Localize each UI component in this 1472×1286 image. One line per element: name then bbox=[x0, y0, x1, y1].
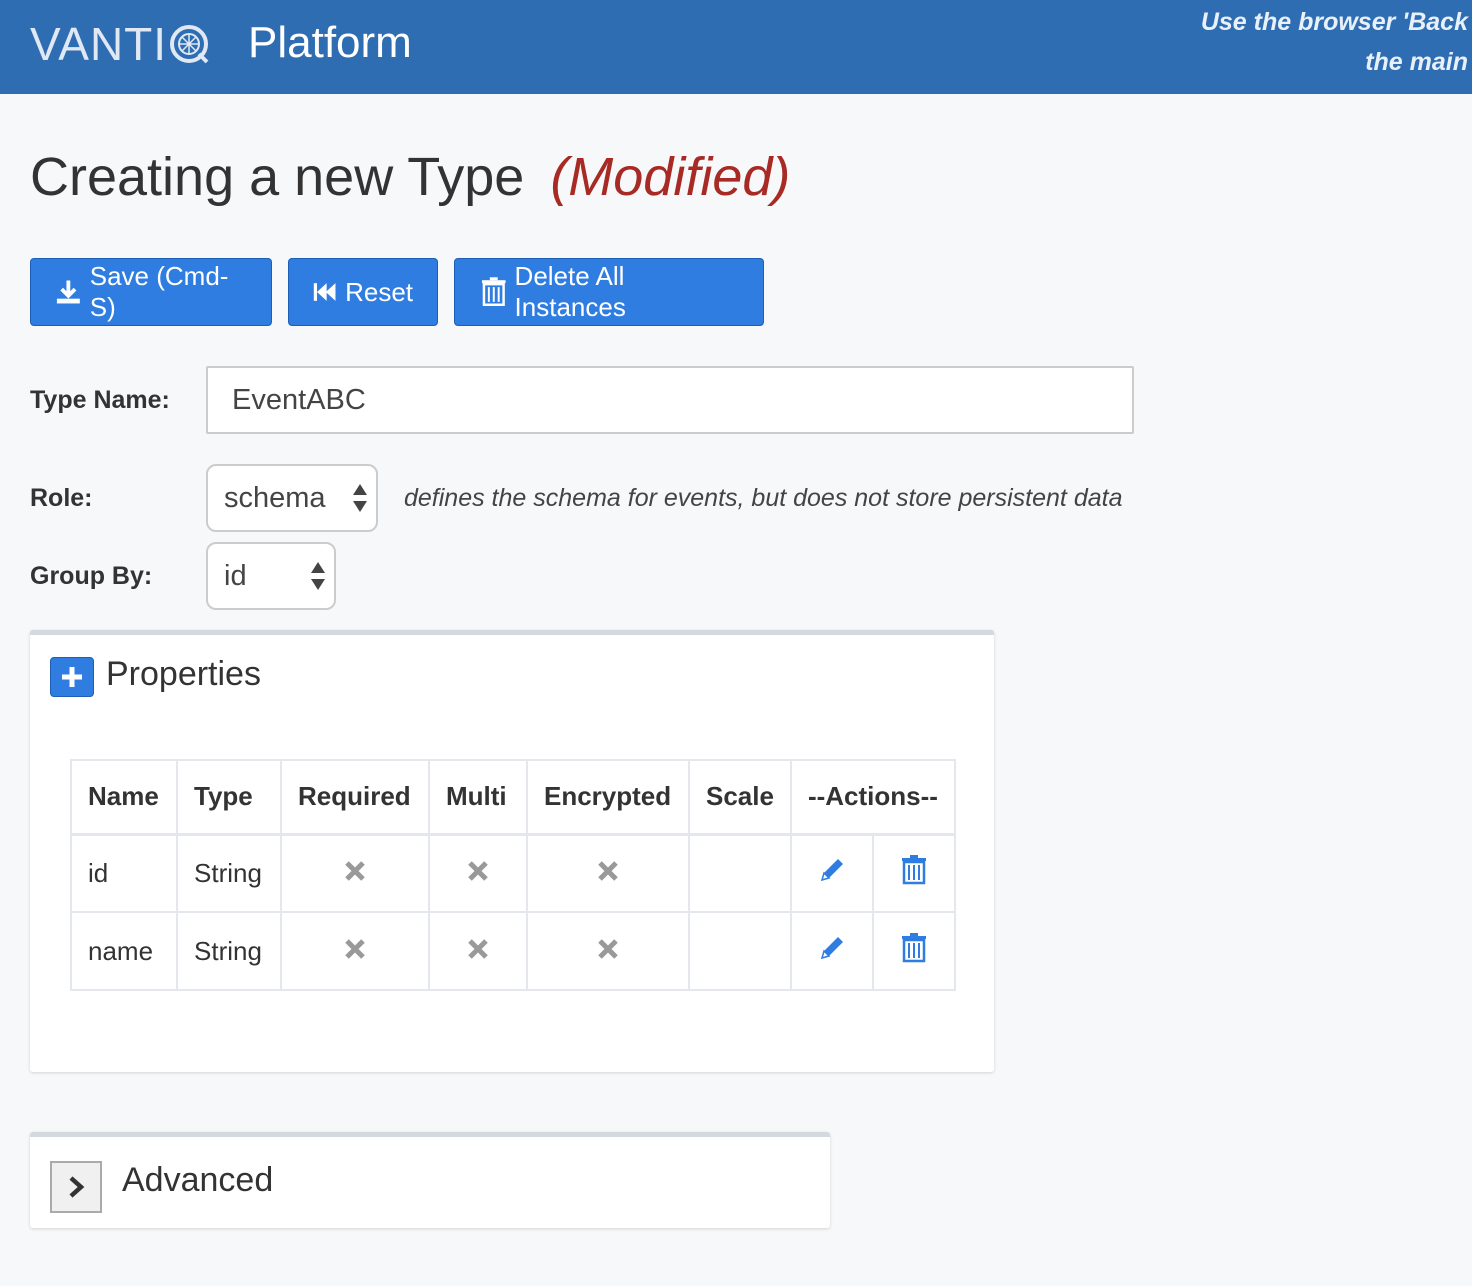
download-icon bbox=[56, 280, 80, 304]
save-button-label: Save (Cmd-S) bbox=[89, 261, 229, 322]
add-property-button[interactable] bbox=[50, 657, 94, 697]
page-title-text: Creating a new Type bbox=[30, 147, 525, 207]
group-by-select-value: id bbox=[224, 560, 247, 592]
property-type: String bbox=[176, 911, 282, 991]
fast-backward-icon bbox=[313, 283, 336, 301]
top-navbar: VANTI Platform Use the browser 'Back the… bbox=[0, 0, 1472, 94]
pencil-icon bbox=[820, 936, 843, 959]
edit-property-button[interactable] bbox=[789, 833, 874, 913]
vantiq-logo[interactable]: VANTI bbox=[30, 18, 209, 70]
type-name-input[interactable]: EventABC bbox=[206, 366, 1134, 434]
properties-panel: Properties Name Type Required Multi Encr… bbox=[30, 630, 994, 1072]
properties-table: Name Type Required Multi Encrypted Scale… bbox=[70, 759, 956, 991]
multi-cell bbox=[428, 911, 528, 991]
column-header-actions: --Actions-- bbox=[789, 759, 956, 835]
x-icon bbox=[598, 860, 618, 881]
property-name: id bbox=[70, 833, 178, 913]
expand-advanced-button[interactable] bbox=[50, 1161, 102, 1213]
column-header-scale[interactable]: Scale bbox=[688, 759, 792, 835]
delete-button-label: Delete All Instances bbox=[514, 261, 626, 322]
required-cell bbox=[280, 833, 430, 913]
column-header-multi[interactable]: Multi bbox=[428, 759, 528, 835]
role-description: defines the schema for events, but does … bbox=[404, 484, 1123, 512]
product-name: Platform bbox=[248, 18, 412, 67]
trash-icon bbox=[481, 277, 506, 307]
pencil-icon bbox=[820, 858, 843, 881]
scale-cell bbox=[688, 911, 792, 991]
column-header-required[interactable]: Required bbox=[280, 759, 430, 835]
required-cell bbox=[280, 911, 430, 991]
table-header-row: Name Type Required Multi Encrypted Scale… bbox=[70, 759, 956, 835]
role-select[interactable]: schema bbox=[206, 464, 378, 532]
x-icon bbox=[345, 860, 365, 881]
column-header-name[interactable]: Name bbox=[70, 759, 178, 835]
select-arrows-icon bbox=[353, 484, 367, 512]
delete-property-button[interactable] bbox=[871, 833, 956, 913]
properties-title: Properties bbox=[106, 655, 261, 693]
reset-button-label: Reset bbox=[345, 276, 413, 307]
x-icon bbox=[598, 938, 618, 959]
type-name-label: Type Name: bbox=[30, 386, 170, 414]
group-by-select[interactable]: id bbox=[206, 542, 336, 610]
role-label: Role: bbox=[30, 484, 93, 512]
advanced-title: Advanced bbox=[122, 1161, 274, 1199]
trash-icon bbox=[901, 932, 926, 962]
column-header-encrypted[interactable]: Encrypted bbox=[526, 759, 690, 835]
role-select-value: schema bbox=[224, 482, 326, 514]
group-by-label: Group By: bbox=[30, 562, 153, 590]
hint-line-1: Use the browser 'Back bbox=[1200, 8, 1468, 36]
modified-flag: (Modified) bbox=[550, 147, 791, 207]
back-hint: Use the browser 'Back the main bbox=[1201, 2, 1468, 82]
multi-cell bbox=[428, 833, 528, 913]
edit-property-button[interactable] bbox=[789, 911, 874, 991]
reset-button[interactable]: Reset bbox=[288, 258, 438, 326]
table-row: id String bbox=[70, 833, 956, 913]
column-header-type[interactable]: Type bbox=[176, 759, 282, 835]
logo-text: VANTI bbox=[30, 18, 168, 70]
x-icon bbox=[468, 860, 488, 881]
delete-all-instances-button[interactable]: Delete All Instances bbox=[454, 258, 764, 326]
encrypted-cell bbox=[526, 911, 690, 991]
scale-cell bbox=[688, 833, 792, 913]
trash-icon bbox=[901, 854, 926, 884]
advanced-panel: Advanced bbox=[30, 1132, 830, 1228]
x-icon bbox=[345, 938, 365, 959]
select-arrows-icon bbox=[311, 562, 325, 590]
hint-line-2: the main bbox=[1365, 48, 1468, 76]
delete-property-button[interactable] bbox=[871, 911, 956, 991]
chevron-right-icon bbox=[69, 1176, 85, 1198]
page-title: Creating a new Type (Modified) bbox=[30, 146, 790, 208]
save-button[interactable]: Save (Cmd-S) bbox=[30, 258, 272, 326]
property-name: name bbox=[70, 911, 178, 991]
plus-icon bbox=[62, 667, 82, 687]
x-icon bbox=[468, 938, 488, 959]
table-row: name String bbox=[70, 911, 956, 991]
encrypted-cell bbox=[526, 833, 690, 913]
property-type: String bbox=[176, 833, 282, 913]
globe-icon bbox=[170, 25, 209, 64]
